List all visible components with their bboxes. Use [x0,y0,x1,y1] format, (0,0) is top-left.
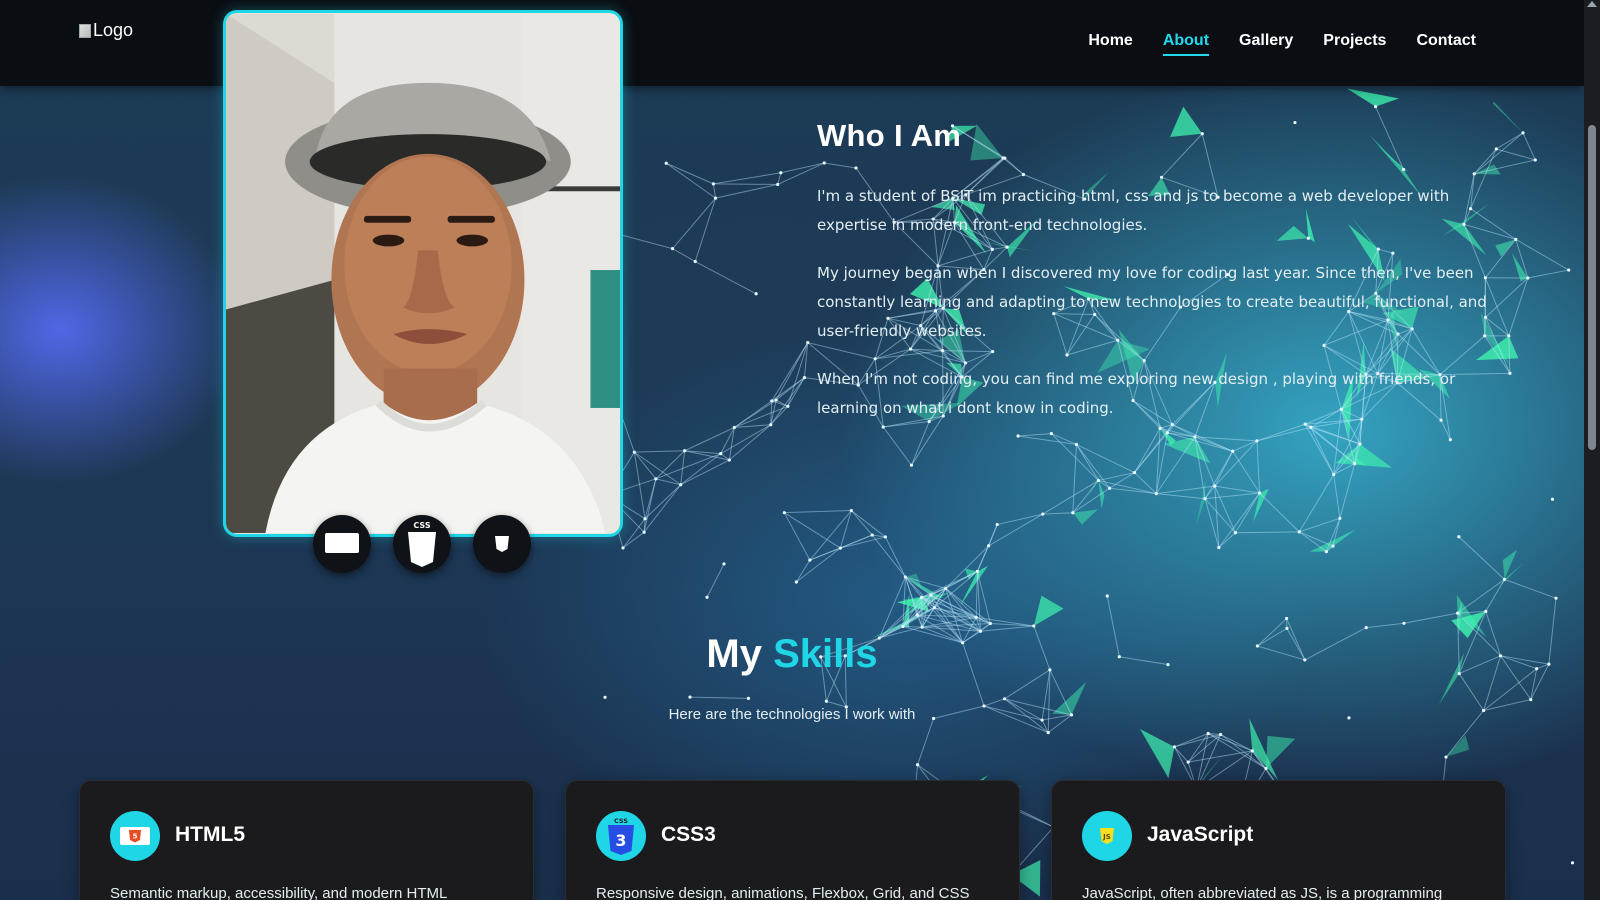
logo-alt-text: Logo [93,20,134,40]
skill-card-html5[interactable]: 5 HTML5 Semantic markup, accessibility, … [79,780,534,900]
logo[interactable]: Logo [79,20,133,41]
css3-icon: CSS 3 [596,811,646,861]
scroll-up-arrow-icon[interactable] [1587,1,1597,7]
nav-projects-link[interactable]: Projects [1323,32,1386,56]
social-buttons: CSS [313,515,531,573]
skill-name: HTML5 [175,823,245,846]
skill-card-javascript[interactable]: JS JavaScript JavaScript, often abbrevia… [1051,780,1506,900]
skills-title-main: My [706,632,762,676]
html5-icon: 5 [110,811,160,861]
skill-description: Responsive design, animations, Flexbox, … [596,885,970,900]
css-icon: CSS [408,521,436,567]
js-social-button[interactable] [473,515,531,573]
scrollbar-thumb[interactable] [1588,125,1596,450]
svg-text:3: 3 [615,831,626,850]
nav-contact-link[interactable]: Contact [1416,32,1476,56]
html-social-button[interactable] [313,515,371,573]
about-section: Who I Am I'm a student of BSIT im practi… [817,118,1507,442]
skills-subtitle: Here are the technologies I work with [668,706,916,723]
skills-title-accent: Skills [773,632,878,676]
skill-description: JavaScript, often abbreviated as JS, is … [1082,885,1443,900]
about-paragraph: My journey began when I discovered my lo… [817,264,1487,340]
profile-photo [226,13,620,534]
nav-home-link[interactable]: Home [1088,32,1132,56]
svg-text:CSS: CSS [413,521,430,530]
about-paragraph: When I'm not coding, you can find me exp… [817,370,1456,417]
skills-title: My Skills [0,632,1584,677]
nav-gallery-link[interactable]: Gallery [1239,32,1293,56]
broken-image-icon [79,23,91,38]
html-icon [325,533,359,553]
about-title: Who I Am [817,118,962,153]
about-paragraph: I'm a student of BSIT im practicing html… [817,187,1450,234]
page-scrollbar[interactable] [1584,0,1600,900]
skill-card-css3[interactable]: CSS 3 CSS3 Responsive design, animations… [565,780,1020,900]
svg-text:JS: JS [1102,833,1111,841]
javascript-icon: JS [1082,811,1132,861]
skill-name: JavaScript [1147,823,1254,846]
js-icon [495,536,509,552]
svg-text:CSS: CSS [614,817,628,825]
nav-about-link[interactable]: About [1162,32,1210,56]
skill-name: CSS3 [661,823,716,846]
css-social-button[interactable]: CSS [393,515,451,573]
svg-text:5: 5 [133,833,138,841]
profile-photo-card [223,10,623,537]
skill-description: Semantic markup, accessibility, and mode… [110,885,448,900]
nav-links: Home About Gallery Projects Contact [1088,32,1476,56]
